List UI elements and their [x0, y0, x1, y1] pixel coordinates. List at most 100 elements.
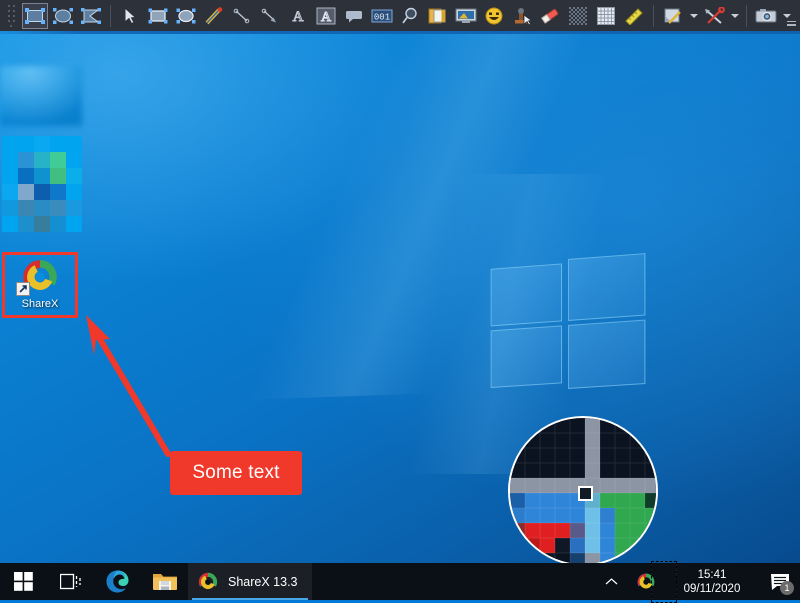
taskbar-file-explorer[interactable] — [141, 563, 188, 600]
tool-speech-balloon[interactable] — [341, 3, 367, 29]
magnifier-pixel — [630, 463, 645, 478]
windows-taskbar[interactable]: ShareX 13.3 15:41 09/11/2020 1 — [0, 563, 800, 600]
chevron-down-icon — [730, 13, 739, 18]
arrow-annotation[interactable] — [70, 309, 200, 464]
magnifier-pixel — [525, 523, 540, 538]
taskbar-edge[interactable] — [94, 563, 141, 600]
magnifier-pixel — [600, 448, 615, 463]
magnifier-pixel — [570, 523, 585, 538]
pixel-block — [18, 168, 34, 184]
magnifier-pixel — [510, 463, 525, 478]
note-pencil-icon — [664, 8, 681, 24]
tool-tools-dropdown[interactable] — [728, 3, 741, 29]
pixel-block — [2, 152, 18, 168]
tool-text-outline[interactable]: A — [285, 3, 311, 29]
tool-magnify[interactable] — [397, 3, 423, 29]
magnifier-pixel — [585, 463, 600, 478]
speech-balloon-icon — [346, 10, 362, 22]
tool-region-freehand[interactable] — [78, 3, 104, 29]
tool-sticker[interactable] — [481, 3, 507, 29]
start-button[interactable] — [0, 563, 47, 600]
magnifier-pixel — [540, 433, 555, 448]
desktop-capture-area[interactable]: ShareX Some text X: 666 Y: 572 X: 653 Y:… — [0, 34, 800, 563]
chevron-up-icon — [605, 578, 617, 585]
toolbar-overflow-button[interactable] — [785, 18, 797, 30]
annotation-toolbar[interactable]: A A 001 — [0, 0, 800, 31]
tool-options[interactable] — [660, 3, 686, 29]
magnifier-pixel — [630, 523, 645, 538]
text-annotation[interactable]: Some text — [170, 451, 302, 495]
pixel-block — [66, 200, 82, 216]
magnifier-pixel — [555, 478, 570, 493]
windows-logo-icon — [490, 253, 646, 394]
magnifier-pixel — [645, 418, 656, 433]
notification-center[interactable]: 1 — [760, 563, 800, 600]
magnifier-pixel — [555, 553, 570, 563]
crop-ruler-icon — [625, 7, 643, 25]
tool-region-ellipse[interactable] — [50, 3, 76, 29]
tool-options-dropdown[interactable] — [687, 3, 700, 29]
tool-cursor[interactable] — [117, 3, 143, 29]
magnifier-pixel — [585, 418, 600, 433]
sharex-icon — [6, 256, 74, 303]
magnifier-pixel — [525, 508, 540, 523]
magnifier-pixel — [600, 463, 615, 478]
pixel-block — [2, 216, 18, 232]
svg-text:A: A — [321, 10, 332, 25]
tool-text-background[interactable]: A — [313, 3, 339, 29]
tray-expand-chevron[interactable] — [594, 563, 628, 600]
magnifier-pixel — [570, 433, 585, 448]
magnifier-pixel — [525, 463, 540, 478]
blur-region[interactable] — [0, 66, 82, 126]
pixel-block — [18, 184, 34, 200]
tool-draw-line[interactable] — [229, 3, 255, 29]
selection-rectangle[interactable] — [651, 561, 677, 603]
tool-image-file[interactable] — [425, 3, 451, 29]
taskbar-clock[interactable]: 15:41 09/11/2020 — [664, 563, 760, 600]
desktop-icon-sharex[interactable]: ShareX — [6, 256, 74, 314]
magnifier-pixel — [600, 508, 615, 523]
magnifier-pixel — [600, 553, 615, 563]
tool-blur[interactable] — [565, 3, 591, 29]
tool-region-rectangle[interactable] — [22, 2, 48, 29]
tool-cursor-stamp[interactable] — [509, 3, 535, 29]
tool-draw-arrow[interactable] — [257, 3, 283, 29]
pixel-block — [34, 184, 50, 200]
magnifier-pixel — [555, 523, 570, 538]
pixel-block — [50, 136, 66, 152]
taskbar-sharex[interactable]: ShareX 13.3 — [188, 563, 312, 600]
magnifier-pixel — [570, 463, 585, 478]
pixel-block — [50, 152, 66, 168]
tool-draw-freehand[interactable] — [201, 3, 227, 29]
chevron-down-icon — [689, 13, 698, 18]
magnifier-pixel — [540, 538, 555, 553]
magnifier-pixel — [615, 448, 630, 463]
magnifier-pixel — [570, 553, 585, 563]
magnifier-pixel — [645, 463, 656, 478]
tool-capture[interactable] — [753, 3, 779, 29]
desktop-icon-label: ShareX — [21, 298, 59, 310]
tool-crop[interactable] — [621, 3, 647, 29]
tool-draw-rectangle[interactable] — [145, 3, 171, 29]
magnifier-pixel — [555, 418, 570, 433]
tool-highlight[interactable] — [537, 3, 563, 29]
tool-draw-ellipse[interactable] — [173, 3, 199, 29]
task-view-button[interactable] — [47, 563, 94, 600]
tool-step[interactable]: 001 — [369, 3, 395, 29]
tool-image-screen[interactable] — [453, 3, 479, 29]
pixel-block — [34, 200, 50, 216]
magnifier-pixel — [615, 523, 630, 538]
magnifier-pixel — [555, 508, 570, 523]
magnifier-pixel — [555, 463, 570, 478]
pixel-block — [18, 216, 34, 232]
grip-icon[interactable] — [4, 4, 18, 27]
tool-pixelate[interactable] — [593, 3, 619, 29]
system-tray[interactable]: 15:41 09/11/2020 1 — [594, 563, 800, 600]
cursor-stamp-icon — [515, 7, 532, 25]
tool-tools[interactable] — [701, 3, 727, 29]
magnifier-pixel — [585, 553, 600, 563]
shortcut-arrow-icon — [16, 282, 30, 296]
magnifier-pixel — [525, 478, 540, 493]
pixel-block — [2, 184, 18, 200]
pixelate-region[interactable] — [2, 136, 82, 232]
